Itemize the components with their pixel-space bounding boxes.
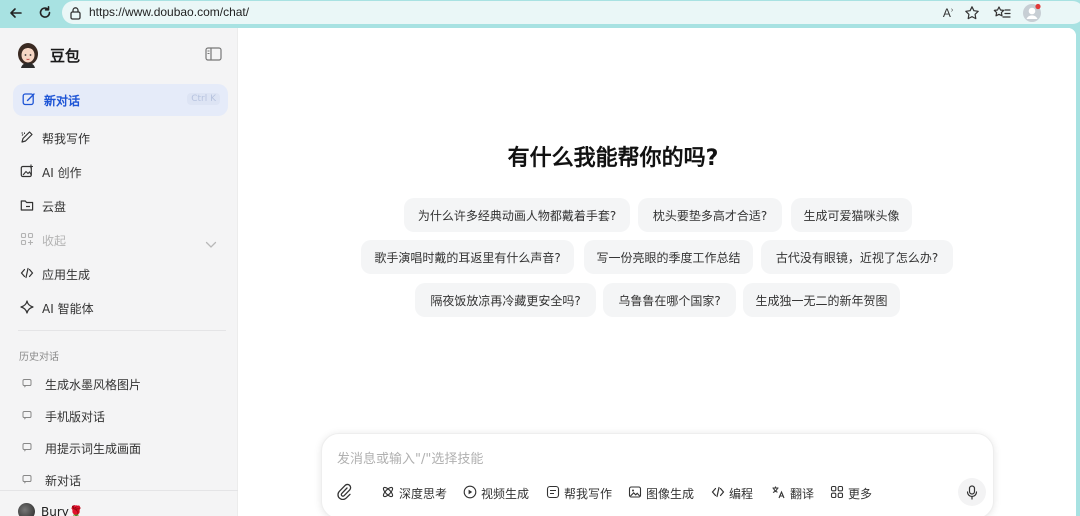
tool-deep-think[interactable]: 深度思考 <box>381 483 447 503</box>
tool-video[interactable]: 视频生成 <box>463 483 529 503</box>
favorites-list-icon[interactable] <box>992 3 1012 23</box>
url-text: https://www.doubao.com/chat/ <box>89 5 250 19</box>
suggestion-chip[interactable]: 歌手演唱时戴的耳返里有什么声音? <box>361 240 574 274</box>
suggestion-chip[interactable]: 为什么许多经典动画人物都戴着手套? <box>404 198 630 232</box>
chat-bubble-icon <box>22 377 32 391</box>
history-item[interactable]: 用提示词生成画面 <box>22 438 141 458</box>
favorite-star-icon[interactable] <box>962 3 982 23</box>
tool-label: 帮我写作 <box>564 486 613 501</box>
attachment-icon[interactable] <box>336 482 352 504</box>
doubao-avatar <box>16 41 40 69</box>
write-icon <box>546 485 560 502</box>
sparkle-icon <box>20 299 34 317</box>
sidebar-item-label: AI 创作 <box>42 165 82 180</box>
history-item[interactable]: 生成水墨风格图片 <box>22 374 141 394</box>
deep-think-icon <box>381 485 395 502</box>
suggestion-chip[interactable]: 古代没有眼镜，近视了怎么办? <box>761 240 953 274</box>
sidebar-item-label: 应用生成 <box>42 267 91 282</box>
folder-icon <box>20 198 34 215</box>
sidebar-item-label: 帮我写作 <box>42 131 91 146</box>
browser-toolbar: https://www.doubao.com/chat/ A› <box>0 0 1080 26</box>
tool-label: 深度思考 <box>399 486 448 501</box>
video-icon <box>463 485 477 502</box>
chat-bubble-icon <box>22 473 32 487</box>
sidebar-bottom-divider <box>0 490 238 491</box>
reload-icon[interactable] <box>34 2 56 24</box>
tool-label: 视频生成 <box>481 486 530 501</box>
history-item-label: 手机版对话 <box>45 409 106 424</box>
sidebar-item-label: 云盘 <box>42 199 67 214</box>
profile-icon[interactable] <box>1022 3 1042 23</box>
message-input[interactable]: 发消息或输入"/"选择技能 <box>337 448 483 467</box>
sidebar-item-ai-agent[interactable]: AI 智能体 <box>20 298 94 318</box>
user-avatar <box>18 503 35 516</box>
suggestion-chip[interactable]: 乌鲁鲁在哪个国家? <box>603 283 736 317</box>
sidebar-item-ai-create[interactable]: AI 创作 <box>20 162 82 182</box>
code-icon <box>711 485 725 502</box>
app-window: 豆包 新对话 Ctrl K 帮我写作 AI 创作 云盘 收起 应用生成 AI 智… <box>0 28 1076 516</box>
sidebar-item-cloud-drive[interactable]: 云盘 <box>20 196 66 216</box>
user-name: Bury🌹 <box>41 504 84 516</box>
tool-translate[interactable]: 翻译 <box>771 483 814 503</box>
tool-more[interactable]: 更多 <box>830 483 872 503</box>
brand[interactable]: 豆包 <box>16 40 80 70</box>
brand-name: 豆包 <box>50 46 81 65</box>
translate-icon <box>771 485 786 502</box>
new-chat-label: 新对话 <box>44 93 81 108</box>
lock-icon[interactable] <box>69 5 82 24</box>
sidebar-item-writing[interactable]: 帮我写作 <box>20 128 90 148</box>
suggestion-chip[interactable]: 生成可爱猫咪头像 <box>791 198 912 232</box>
new-chat-button[interactable]: 新对话 Ctrl K <box>13 84 228 116</box>
tool-image[interactable]: 图像生成 <box>628 483 694 503</box>
address-bar[interactable]: https://www.doubao.com/chat/ <box>62 1 1080 24</box>
sidebar-toggle-icon[interactable] <box>205 46 222 65</box>
history-item-label: 用提示词生成画面 <box>45 441 142 456</box>
user-profile[interactable]: Bury🌹 <box>18 503 84 516</box>
tool-label: 更多 <box>848 486 873 501</box>
new-chat-shortcut: Ctrl K <box>187 93 220 105</box>
sidebar: 豆包 新对话 Ctrl K 帮我写作 AI 创作 云盘 收起 应用生成 AI 智… <box>0 28 238 516</box>
tool-code[interactable]: 编程 <box>711 483 753 503</box>
chevron-down-icon[interactable] <box>205 234 217 253</box>
image-create-icon <box>20 164 34 181</box>
sidebar-item-label: AI 智能体 <box>42 301 94 316</box>
tool-label: 翻译 <box>790 486 815 501</box>
page-title: 有什么我能帮你的吗? <box>507 146 719 171</box>
suggestion-chip[interactable]: 生成独一无二的新年贺图 <box>743 283 900 317</box>
history-title: 历史对话 <box>19 352 59 363</box>
sidebar-divider <box>18 330 226 331</box>
tool-label: 图像生成 <box>646 486 695 501</box>
microphone-icon[interactable] <box>958 478 986 506</box>
image-icon <box>628 485 642 502</box>
suggestion-chip[interactable]: 写一份亮眼的季度工作总结 <box>584 240 753 274</box>
more-icon <box>830 485 844 502</box>
pen-icon <box>20 130 34 147</box>
tool-write[interactable]: 帮我写作 <box>546 483 612 503</box>
code-icon <box>20 266 34 283</box>
chat-bubble-icon <box>22 409 32 423</box>
sidebar-item-collapse[interactable]: 收起 <box>20 230 66 250</box>
grid-icon <box>20 232 34 249</box>
history-item-label: 新对话 <box>45 473 82 488</box>
history-item-label: 生成水墨风格图片 <box>45 377 142 392</box>
suggestion-chip[interactable]: 枕头要垫多高才合适? <box>638 198 782 232</box>
main-panel: 有什么我能帮你的吗? 为什么许多经典动画人物都戴着手套? 枕头要垫多高才合适? … <box>239 28 1076 516</box>
new-chat-icon <box>22 91 36 110</box>
sidebar-item-label: 收起 <box>42 233 67 248</box>
read-aloud-icon[interactable]: A› <box>938 3 958 23</box>
message-composer[interactable]: 发消息或输入"/"选择技能 深度思考 视频生成 帮我写作 图像生成 编程 翻译 … <box>321 433 994 516</box>
tool-label: 编程 <box>729 486 754 501</box>
history-item[interactable]: 手机版对话 <box>22 406 105 426</box>
suggestion-chip[interactable]: 隔夜饭放凉再冷藏更安全吗? <box>415 283 596 317</box>
sidebar-item-app-generate[interactable]: 应用生成 <box>20 264 90 284</box>
history-item[interactable]: 新对话 <box>22 470 81 490</box>
back-icon[interactable] <box>5 2 27 24</box>
chat-bubble-icon <box>22 441 32 455</box>
